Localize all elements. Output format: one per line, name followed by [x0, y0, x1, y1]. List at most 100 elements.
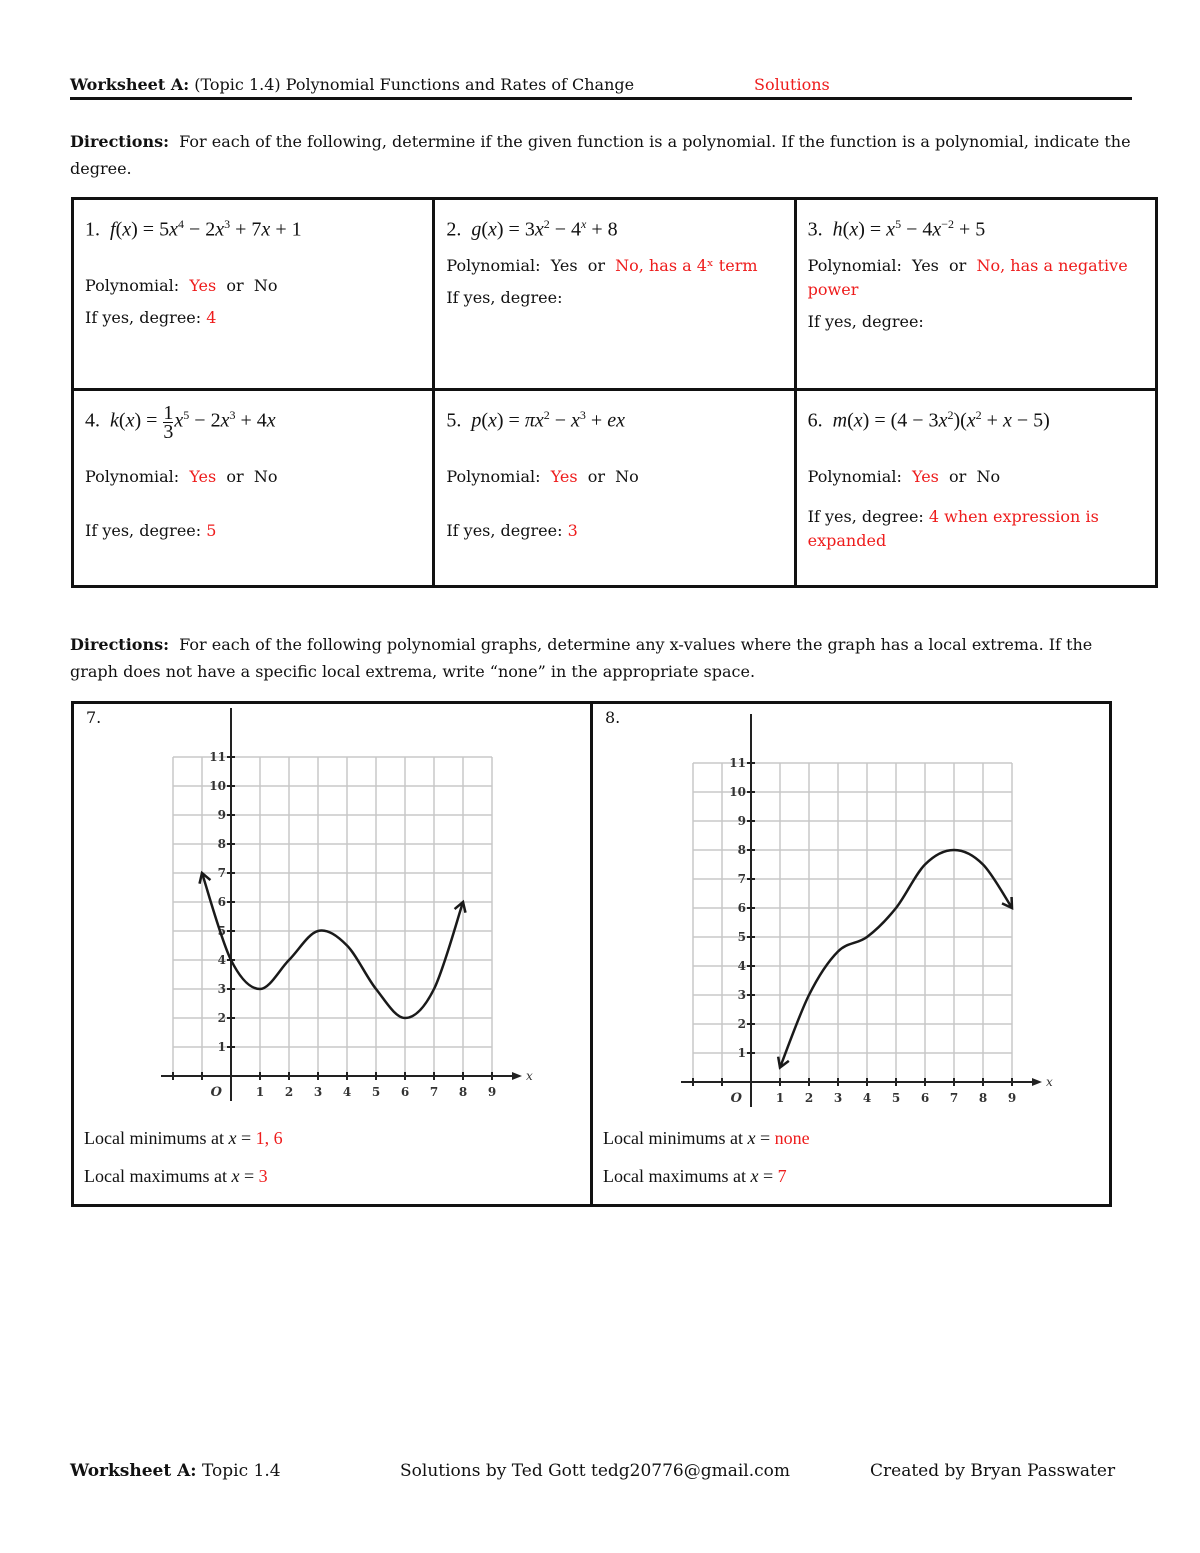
- polynomial-line: Polynomial: Yes or No: [446, 467, 639, 486]
- y-tick-label: 2: [738, 1017, 746, 1031]
- graph-problems-table: 7. 1234567891234567891011Oxy Local minim…: [71, 701, 1112, 1207]
- x-tick-label: 3: [314, 1085, 322, 1099]
- degree-line: If yes, degree: 4 when expression is exp…: [807, 507, 1099, 550]
- graph-7: 1234567891234567891011Oxy: [161, 708, 533, 1101]
- x-tick-label: 5: [892, 1091, 900, 1105]
- y-tick-label: 6: [738, 901, 746, 915]
- origin-label: O: [211, 1085, 223, 1100]
- x-tick-label: 8: [459, 1085, 467, 1099]
- x-axis-label: x: [526, 1069, 533, 1083]
- directions-2: Directions: For each of the following po…: [70, 631, 1140, 685]
- y-tick-label: 5: [738, 930, 746, 944]
- function-expression: 5. p(x) = πx2 − x3 + ex: [446, 408, 625, 432]
- function-expression: 4. k(x) = 1 3 x5 − 2x3 + 4x: [85, 401, 276, 443]
- y-tick-label: 1: [738, 1046, 746, 1060]
- problem-4: 4. k(x) = 1 3 x5 − 2x3 + 4x Polynomial: Ye…: [70, 388, 436, 588]
- degree-line: If yes, degree: 3: [446, 521, 578, 540]
- function-curve: [200, 872, 465, 1020]
- x-tick-label: 9: [1008, 1091, 1016, 1105]
- answer-yes: Yes: [189, 467, 217, 486]
- problem-6: 6. m(x) = (4 − 3x2)(x2 + x − 5) Polynomi…: [793, 388, 1159, 588]
- degree-answer: 3: [567, 521, 578, 540]
- y-tick-label: 8: [738, 843, 746, 857]
- x-axis-arrow: [1032, 1078, 1042, 1086]
- x-tick-label: 2: [805, 1091, 813, 1105]
- answer-yes: Yes: [550, 467, 578, 486]
- title-rest: (Topic 1.4) Polynomial Functions and Rat…: [194, 75, 635, 94]
- y-tick-label: 9: [738, 814, 746, 828]
- directions-text: For each of the following, determine if …: [70, 132, 1131, 178]
- solutions-label: Solutions: [754, 75, 830, 94]
- page-header: Worksheet A: (Topic 1.4) Polynomial Func…: [70, 73, 1132, 100]
- x-axis-label: x: [1046, 1075, 1053, 1089]
- y-tick-label: 7: [218, 866, 226, 880]
- x-tick-label: 4: [863, 1091, 871, 1105]
- graph-8: 1234567891234567891011Oxy: [681, 714, 1053, 1107]
- directions-1: Directions: For each of the following, d…: [70, 128, 1140, 182]
- footer-center: Solutions by Ted Gott tedg20776@gmail.co…: [400, 1461, 791, 1481]
- graph-problem-7: 7. 1234567891234567891011Oxy Local minim…: [71, 701, 593, 1207]
- y-tick-label: 8: [218, 837, 226, 851]
- local-max-answer: 3: [258, 1166, 268, 1186]
- y-tick-label: 3: [738, 988, 746, 1002]
- x-tick-label: 5: [372, 1085, 380, 1099]
- degree-answer: 4: [206, 308, 217, 327]
- y-tick-label: 11: [209, 750, 226, 764]
- worksheet-title: Worksheet A: (Topic 1.4) Polynomial Func…: [70, 75, 634, 94]
- graph-problem-8: 8. 1234567891234567891011Oxy Local minim…: [590, 701, 1112, 1207]
- y-tick-label: 1: [218, 1040, 226, 1054]
- problem-3: 3. h(x) = x5 − 4x−2 + 5 Polynomial: Yes …: [793, 197, 1159, 391]
- x-axis-arrow: [512, 1072, 522, 1080]
- degree-line: If yes, degree: 4: [85, 308, 217, 327]
- polynomial-line: Polynomial: Yes or No: [807, 467, 1001, 486]
- function-expression: 2. g(x) = 3x2 − 4x + 8: [446, 217, 618, 241]
- y-tick-label: 6: [218, 895, 226, 909]
- directions-label: Directions:: [70, 635, 169, 654]
- y-tick-label: 7: [738, 872, 746, 886]
- degree-line: If yes, degree:: [446, 288, 563, 307]
- polynomial-line: Polynomial: Yes or No, has a negative po…: [807, 256, 1128, 299]
- polynomial-line: Polynomial: Yes or No: [85, 467, 278, 486]
- x-tick-label: 6: [401, 1085, 409, 1099]
- answer-yes: Yes: [912, 467, 939, 486]
- x-tick-label: 7: [430, 1085, 438, 1099]
- answer-yes: Yes: [189, 276, 217, 295]
- local-max-line: Local maximums at x = 3: [84, 1166, 268, 1186]
- x-tick-label: 3: [834, 1091, 842, 1105]
- page-footer: Worksheet A: Topic 1.4 Solutions by Ted …: [70, 1461, 1132, 1481]
- function-expression: 6. m(x) = (4 − 3x2)(x2 + x − 5): [807, 408, 1050, 432]
- degree-line: If yes, degree: 5: [85, 521, 217, 540]
- y-tick-label: 10: [729, 785, 746, 799]
- y-tick-label: 4: [738, 959, 746, 973]
- polynomial-problems-table: 1. f(x) = 5x4 − 2x3 + 7x + 1 Polynomial:…: [70, 197, 1159, 588]
- degree-line: If yes, degree:: [807, 312, 924, 331]
- problem-1: 1. f(x) = 5x4 − 2x3 + 7x + 1 Polynomial:…: [70, 197, 436, 391]
- y-tick-label: 10: [209, 779, 226, 793]
- local-min-answer: 1, 6: [255, 1128, 283, 1148]
- local-min-line: Local minimums at x = 1, 6: [84, 1128, 283, 1148]
- y-tick-label: 11: [729, 756, 746, 770]
- local-max-line: Local maximums at x = 7: [603, 1166, 787, 1186]
- footer-left: Worksheet A: Topic 1.4: [70, 1461, 281, 1481]
- origin-label: O: [731, 1091, 743, 1106]
- problem-number: 8.: [605, 708, 621, 727]
- y-tick-label: 4: [218, 953, 226, 967]
- title-bold: Worksheet A:: [70, 75, 190, 94]
- polynomial-line: Polynomial: Yes or No, has a 4ˣ term: [446, 256, 758, 275]
- problem-5: 5. p(x) = πx2 − x3 + ex Polynomial: Yes …: [432, 388, 797, 588]
- fraction-one-third: 13: [163, 401, 174, 443]
- footer-right: Created by Bryan Passwater: [870, 1461, 1116, 1481]
- x-tick-label: 9: [488, 1085, 496, 1099]
- directions-label: Directions:: [70, 132, 169, 151]
- x-tick-label: 4: [343, 1085, 351, 1099]
- local-max-answer: 7: [777, 1166, 787, 1186]
- y-tick-label: 9: [218, 808, 226, 822]
- function-expression: 1. f(x) = 5x4 − 2x3 + 7x + 1: [85, 217, 302, 241]
- problem-2: 2. g(x) = 3x2 − 4x + 8 Polynomial: Yes o…: [432, 197, 797, 391]
- y-tick-label: 2: [218, 1011, 226, 1025]
- x-tick-label: 2: [285, 1085, 293, 1099]
- problem-number: 7.: [86, 708, 102, 727]
- x-tick-label: 8: [979, 1091, 987, 1105]
- answer-no: No, has a 4ˣ term: [615, 256, 758, 275]
- y-tick-label: 3: [218, 982, 226, 996]
